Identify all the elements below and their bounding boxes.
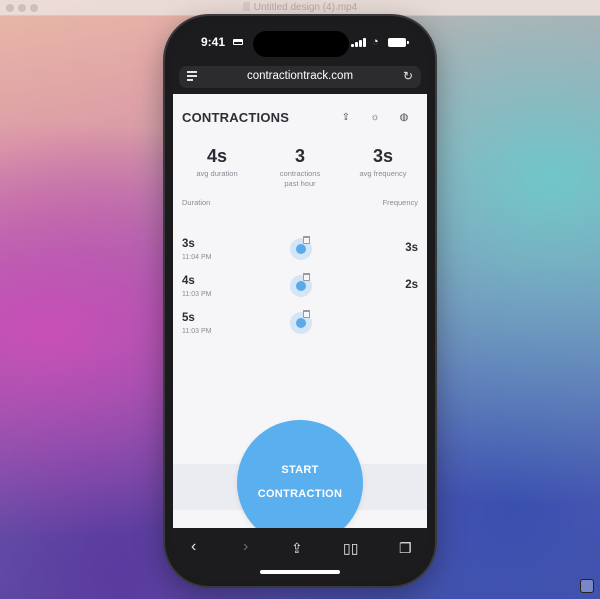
row-duration: 4s (182, 275, 195, 287)
document-icon (242, 2, 250, 11)
trash-icon[interactable] (303, 310, 310, 318)
phone-frame: 9:41 ◔ contractiontrack.com ↻ CONTRACTIO… (165, 16, 435, 586)
row-duration: 3s (182, 238, 195, 250)
battery-icon (388, 38, 409, 47)
row-time: 11:03 PM (182, 328, 212, 335)
contraction-row: 5s 11:03 PM (173, 310, 427, 346)
contraction-row: 4s 11:03 PM 2s (173, 273, 427, 309)
window-title: Untitled design (4).mp4 (0, 2, 600, 13)
contraction-marker (290, 273, 312, 297)
wifi-icon: ◔ (372, 36, 379, 48)
home-indicator (260, 570, 340, 574)
url-text[interactable]: contractiontrack.com (179, 70, 421, 82)
status-bar: 9:41 ◔ (173, 22, 427, 66)
reload-icon[interactable]: ↻ (403, 69, 413, 83)
start-button-line1: START (281, 464, 319, 476)
stat-label: contractions past hour (279, 169, 321, 188)
duration-column-header: Duration (182, 198, 211, 207)
stat-contractions-past-hour: 3 contractions past hour (260, 146, 340, 189)
contraction-marker (290, 310, 312, 334)
window-title-text: Untitled design (4).mp4 (253, 2, 358, 13)
brightness-icon[interactable]: ☼ (368, 111, 382, 125)
share-icon[interactable]: ⇪ (339, 111, 353, 125)
address-bar[interactable]: contractiontrack.com ↻ (179, 66, 421, 88)
row-frequency: 2s (405, 279, 418, 291)
forward-icon[interactable]: › (243, 538, 248, 556)
trash-icon[interactable] (303, 273, 310, 281)
window-titlebar: Untitled design (4).mp4 (0, 0, 600, 16)
sleep-focus-icon (233, 39, 243, 45)
contraction-row: 3s 11:04 PM 3s (173, 236, 427, 272)
contraction-marker (290, 236, 312, 260)
stat-avg-frequency: 3s avg frequency (343, 146, 423, 179)
frequency-column-header: Frequency (382, 198, 418, 207)
row-frequency: 3s (405, 242, 418, 254)
start-button-line2: CONTRACTION (257, 488, 343, 500)
stat-label: avg duration (196, 169, 238, 178)
tabs-icon[interactable]: ❐ (399, 540, 412, 557)
stat-value: 3 (294, 146, 305, 166)
row-time: 11:03 PM (182, 291, 212, 298)
row-time: 11:04 PM (182, 254, 212, 261)
dynamic-island (253, 31, 349, 57)
back-icon[interactable]: ‹ (191, 538, 196, 556)
page-title: CONTRACTIONS (182, 110, 290, 125)
live-text-icon[interactable] (580, 579, 594, 593)
stat-value: 3s (372, 146, 394, 166)
status-time: 9:41 (201, 35, 226, 49)
globe-icon[interactable]: ◍ (397, 111, 411, 125)
cellular-signal-icon (351, 38, 367, 47)
stat-value: 4s (206, 146, 228, 166)
bookmarks-icon[interactable]: ▯▯ (343, 540, 358, 557)
stat-avg-duration: 4s avg duration (177, 146, 257, 179)
phone-screen: 9:41 ◔ contractiontrack.com ↻ CONTRACTIO… (173, 22, 427, 580)
page-content: CONTRACTIONS ⇪ ☼ ◍ 4s avg duration 3 con… (173, 94, 427, 546)
trash-icon[interactable] (303, 236, 310, 244)
row-duration: 5s (182, 312, 195, 324)
stat-label: avg frequency (359, 169, 407, 178)
share-icon[interactable]: ⇪ (291, 540, 303, 557)
